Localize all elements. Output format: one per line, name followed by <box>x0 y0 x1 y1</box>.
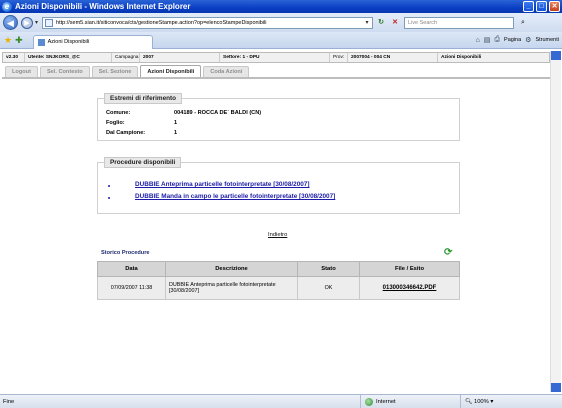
status-bar: Fine Internet 🔍︎ 100% ▾ <box>0 394 562 408</box>
tools-menu[interactable]: Strumenti <box>535 37 559 43</box>
zoom-level: 100% <box>473 398 489 405</box>
scroll-up-button[interactable] <box>551 51 561 60</box>
campione-value: 1 <box>174 130 178 136</box>
campaign-label: Campagna: <box>112 53 140 62</box>
storico-table: Data Descrizione Stato File / Esito 07/0… <box>97 261 460 300</box>
zoom-icon: 🔍︎ <box>465 398 474 405</box>
address-bar-row: ◀ ▶ ▾ http://sem5.sian.it/siticonvoca/ct… <box>0 13 562 32</box>
window-title-bar: e Azioni Disponibili - Windows Internet … <box>0 0 562 13</box>
url-dropdown-icon[interactable]: ▾ <box>362 19 372 26</box>
session-info-strip: v2.30 Utente: SNJKORS_@C Campagna: 2007 … <box>2 52 550 63</box>
vertical-scrollbar[interactable] <box>550 51 561 392</box>
tab-coda-azioni[interactable]: Coda Azioni <box>203 66 250 77</box>
zoom-dropdown-icon: ▾ <box>488 398 494 405</box>
bullet-icon <box>108 185 110 187</box>
tab-sel-contesto[interactable]: Sel. Contesto <box>39 66 90 77</box>
maximize-button[interactable]: □ <box>536 1 547 12</box>
minimize-button[interactable]: _ <box>523 1 534 12</box>
refresh-list-icon[interactable]: ⟳ <box>444 247 452 258</box>
browser-tab[interactable]: Azioni Disponibili <box>32 34 153 49</box>
tab-sel-sezione[interactable]: Sel. Sezione <box>91 66 139 77</box>
ie-logo-icon: e <box>2 1 12 12</box>
command-bar: ⌂ ▤ ⎙ Pagina ⚙ Strumenti <box>476 36 562 44</box>
storico-title: Storico Procedure <box>101 250 150 256</box>
browser-tab-label: Azioni Disponibili <box>47 39 90 45</box>
row-data: 07/09/2007 11:38 <box>97 276 166 300</box>
add-favorite-icon[interactable]: ✚ <box>15 35 23 46</box>
security-zone: Internet <box>360 395 460 408</box>
col-descrizione: Descrizione <box>165 261 298 277</box>
refresh-icon[interactable]: ↻ <box>375 17 387 29</box>
search-input[interactable]: Live Search <box>404 16 515 29</box>
bullet-icon <box>108 197 110 199</box>
search-icon[interactable]: ⌕ <box>516 17 530 29</box>
estremi-legend: Estremi di riferimento <box>104 93 183 104</box>
favorites-star-icon[interactable]: ★ <box>4 35 12 46</box>
address-input[interactable]: http://sem5.sian.it/siticonvoca/cts/gest… <box>42 16 374 29</box>
page-menu[interactable]: Pagina <box>504 37 521 43</box>
tools-gear-icon: ⚙ <box>525 37 532 44</box>
home-icon[interactable]: ⌂ <box>476 37 480 44</box>
row-stato: OK <box>297 276 360 300</box>
status-text: Fine <box>3 398 15 405</box>
campaign-value: 2007 <box>140 53 220 62</box>
zone-label: Internet <box>376 398 396 405</box>
feeds-icon[interactable]: ▤ <box>484 36 491 44</box>
procedure-legend: Procedure disponibili <box>104 157 182 168</box>
col-data: Data <box>97 261 166 277</box>
print-icon[interactable]: ⎙ <box>494 36 500 44</box>
globe-icon <box>365 397 373 406</box>
url-text: http://sem5.sian.it/siticonvoca/cts/gest… <box>56 19 267 26</box>
col-stato: Stato <box>297 261 360 277</box>
page-icon <box>45 18 54 27</box>
back-link[interactable]: Indietro <box>268 232 287 238</box>
procedure-fieldset: Procedure disponibili DUBBIE Anteprima p… <box>97 157 460 214</box>
foglio-label: Foglio: <box>106 120 125 126</box>
tab-logout[interactable]: Logout <box>5 66 38 77</box>
tab-page-icon <box>37 38 45 46</box>
comune-label: Comune: <box>106 110 131 116</box>
procedure-link-manda-in-campo[interactable]: DUBBIE Manda in campo le particelle foto… <box>135 193 335 200</box>
row-file-link[interactable]: 013000346642.PDF <box>359 276 460 300</box>
prov-value: 2007004 - 004 CN <box>348 53 438 62</box>
zoom-control[interactable]: 🔍︎ 100% ▾ <box>460 395 497 408</box>
estremi-fieldset: Estremi di riferimento Comune: 004189 - … <box>97 93 460 141</box>
foglio-value: 1 <box>174 120 178 126</box>
browser-toolbar: ★ ✚ Azioni Disponibili ⌂ ▤ ⎙ Pagina ⚙ St… <box>0 32 562 49</box>
stop-icon[interactable]: ✕ <box>389 17 401 29</box>
current-page-label: Azioni Disponibili <box>441 55 482 60</box>
prov-label: Prov: <box>330 53 348 62</box>
row-descrizione: DUBBIE Anteprima particelle fotointerpre… <box>165 276 298 300</box>
search-placeholder: Live Search <box>408 19 438 26</box>
back-button[interactable]: ◀ <box>3 15 18 30</box>
app-version: v2.30 <box>3 53 25 62</box>
campione-label: Dal Campione: <box>106 130 146 136</box>
scroll-down-button[interactable] <box>551 383 561 392</box>
forward-button[interactable]: ▶ <box>21 16 33 29</box>
comune-value: 004189 - ROCCA DE` BALDI (CN) <box>174 110 262 116</box>
table-header-row: Data Descrizione Stato File / Esito <box>97 261 460 277</box>
table-row: 07/09/2007 11:38 DUBBIE Anteprima partic… <box>97 276 460 300</box>
tab-azioni-disponibili[interactable]: Azioni Disponibili <box>140 65 202 77</box>
col-file-esito: File / Esito <box>359 261 460 277</box>
close-button[interactable]: ✕ <box>549 1 560 12</box>
app-tab-bar: Logout Sel. Contesto Sel. Sezione Azioni… <box>2 65 550 79</box>
user-info: Utente: SNJKORS_@C <box>25 53 112 62</box>
sector-info: Settore: 1 - DPU <box>220 53 330 62</box>
procedure-link-anteprima[interactable]: DUBBIE Anteprima particelle fotointerpre… <box>135 181 310 188</box>
window-title: Azioni Disponibili - Windows Internet Ex… <box>15 2 191 11</box>
history-dropdown-icon[interactable]: ▾ <box>35 19 38 26</box>
